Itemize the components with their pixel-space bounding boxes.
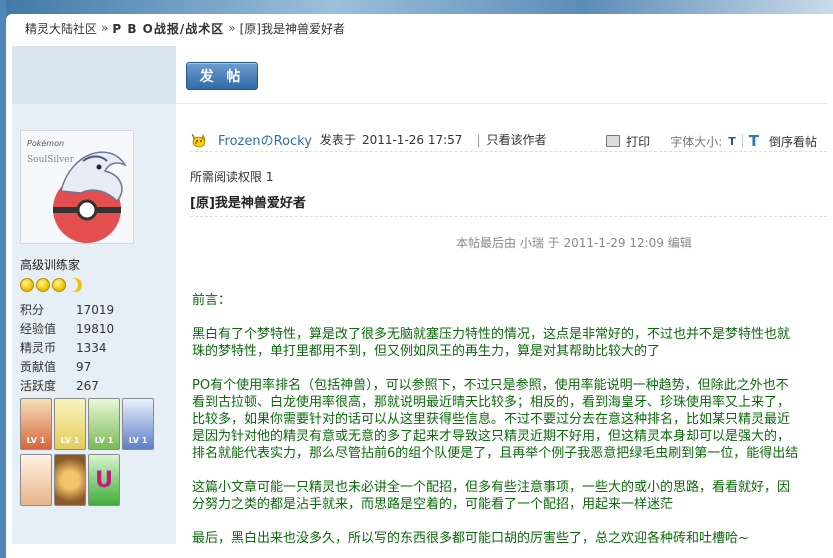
body-line: 珠的梦特性，单打里都用不到，但又例如凤王的再生力，算是对其帮助比较大的了	[192, 344, 661, 359]
stat-row: 贡献值 97	[20, 357, 160, 376]
medal-badge[interactable]	[54, 454, 86, 506]
avatar-caption-sub: SoulSilver	[27, 155, 74, 165]
print-link[interactable]: 打印	[626, 133, 650, 150]
only-author-link[interactable]: 只看该作者	[486, 131, 546, 148]
stat-row: 积分 17019	[20, 300, 160, 319]
stat-label: 精灵币	[20, 341, 57, 355]
author-link[interactable]: FrozenのRocky	[218, 130, 312, 149]
breadcrumb-thread[interactable]: [原]我是神兽爱好者	[240, 20, 345, 37]
body-line: 这篇小文章可能一只精灵也未必讲全一个配招，但多有些注意事项，一些大的或小的思路，…	[192, 480, 791, 495]
new-post-button[interactable]: 发 帖	[186, 62, 258, 90]
post-header: FrozenのRocky 发表于 2011-1-26 17:57 | 只看该作者…	[190, 128, 827, 152]
preface: 前言：	[192, 293, 232, 308]
body-line: 黑白有了个梦特性，算是改了很多无脑就塞压力特性的情况，这点是非常好的，不过也并不…	[192, 327, 791, 342]
medal-level: LV 1	[94, 436, 114, 445]
posted-time: 2011-1-26 17:57	[361, 132, 463, 147]
divider	[741, 134, 743, 148]
breadcrumb-separator: »	[101, 21, 109, 35]
body-line: 最后，黑白出来也没多久，所以写的东西很多都可能口胡的厉害些了，总之欢迎各种砖和吐…	[192, 531, 749, 546]
read-permission: 所需阅读权限 1	[190, 170, 274, 184]
user-title: 高级训练家	[20, 258, 81, 272]
stat-label: 经验值	[20, 322, 57, 336]
stat-row: 经验值 19810	[20, 319, 160, 338]
medal-level: LV 1	[128, 436, 148, 445]
medal-character[interactable]	[20, 454, 52, 506]
medal-level: LV 1	[60, 436, 80, 445]
stat-row: 活跃度 267	[20, 376, 160, 395]
body-line: 看到古拉顿、白龙使用率很高，那就说明最近晴天比较多；相反的，看到海皇牙、珍珠使用…	[192, 395, 791, 410]
body-line: 比较多，如果你需要针对的话可以从这里获得些信息。不过不要过分去在意这种排名，比如…	[192, 412, 791, 427]
stat-value: 17019	[76, 302, 115, 317]
reverse-order-link[interactable]: 倒序看帖	[769, 133, 817, 150]
sun-icon	[20, 278, 34, 292]
stat-value: 1334	[76, 340, 107, 355]
font-size-label: 字体大小:	[670, 134, 723, 149]
body-line: 是因为针对他的精灵有意或无意的多了起来才导致这只精灵近期不好用，但这精灵本身却可…	[192, 429, 791, 444]
paragraph: PO有个使用率排名（包括神兽），可以参照下，不过只是参照，使用率能说明一种趋势，…	[192, 377, 832, 462]
paragraph: 最后，黑白出来也没多久，所以写的东西很多都可能口胡的厉害些了，总之欢迎各种砖和吐…	[192, 530, 832, 547]
post-title: [原]我是神兽爱好者	[190, 196, 306, 211]
medal-grid: LV 1 LV 1 LV 1 LV 1 U	[20, 398, 160, 506]
medal-grass[interactable]: LV 1	[88, 398, 120, 450]
separator: |	[476, 132, 481, 147]
stat-value: 97	[76, 359, 92, 374]
stat-label: 积分	[20, 303, 45, 317]
font-big-button[interactable]: T	[749, 132, 759, 150]
medal-level: U	[95, 468, 113, 493]
stat-label: 贡献值	[20, 360, 57, 374]
body-line: PO有个使用率排名（包括神兽），可以参照下，不过只是参照，使用率能说明一种趋势，…	[192, 378, 789, 393]
post-body: 前言： 黑白有了个梦特性，算是改了很多无脑就塞压力特性的情况，这点是非常好的，不…	[192, 292, 832, 558]
font-small-button[interactable]: T	[728, 135, 736, 148]
avatar[interactable]: Pokémon SoulSilver	[20, 130, 134, 244]
rank-stars	[20, 278, 82, 292]
breadcrumb-separator: »	[228, 21, 236, 35]
breadcrumb-forum[interactable]: P B O战报/战术区	[112, 20, 224, 37]
body-line: 分努力之类的都是沾手就来，而思路是空着的，可能看了一个配招，用起来一样迷茫	[192, 497, 674, 512]
body-line: 排名就能代表实力，那么尽管拈前6的组个队便是了，且再举个例子我恶意把绿毛虫刷到第…	[192, 446, 799, 461]
pikachu-icon	[190, 132, 208, 148]
avatar-caption-top: Pokémon	[27, 139, 65, 148]
paragraph: 这篇小文章可能一只精灵也未必讲全一个配招，但多有些注意事项，一些大的或小的思路，…	[192, 479, 832, 513]
sun-icon	[36, 278, 50, 292]
breadcrumb: 精灵大陆社区 » P B O战报/战术区 » [原]我是神兽爱好者	[25, 20, 345, 36]
content-toolbar	[176, 46, 827, 104]
stat-label: 活跃度	[20, 379, 57, 393]
medal-water[interactable]: LV 1	[122, 398, 154, 450]
stat-value: 19810	[76, 321, 115, 336]
medal-fire[interactable]: LV 1	[20, 398, 52, 450]
edit-note: 本帖最后由 小瑞 于 2011-1-29 12:09 编辑	[456, 236, 692, 250]
sidebar-header	[12, 46, 176, 104]
medal-u[interactable]: U	[88, 454, 120, 506]
post-tools: 打印 字体大小: T T 倒序看帖	[606, 132, 817, 150]
title-divider	[190, 216, 827, 217]
stat-row: 精灵币 1334	[20, 338, 160, 357]
moon-icon	[68, 278, 82, 292]
sun-icon	[52, 278, 66, 292]
stat-value: 267	[76, 378, 99, 393]
paragraph: 黑白有了个梦特性，算是改了很多无脑就塞压力特性的情况，这点是非常好的，不过也并不…	[192, 326, 832, 360]
printer-icon[interactable]	[606, 135, 621, 147]
medal-level: LV 1	[26, 436, 46, 445]
medal-electric[interactable]: LV 1	[54, 398, 86, 450]
posted-label: 发表于	[319, 133, 356, 147]
breadcrumb-home[interactable]: 精灵大陆社区	[25, 20, 97, 37]
user-stats: 积分 17019 经验值 19810 精灵币 1334 贡献值 97 活跃度 2…	[20, 300, 160, 395]
